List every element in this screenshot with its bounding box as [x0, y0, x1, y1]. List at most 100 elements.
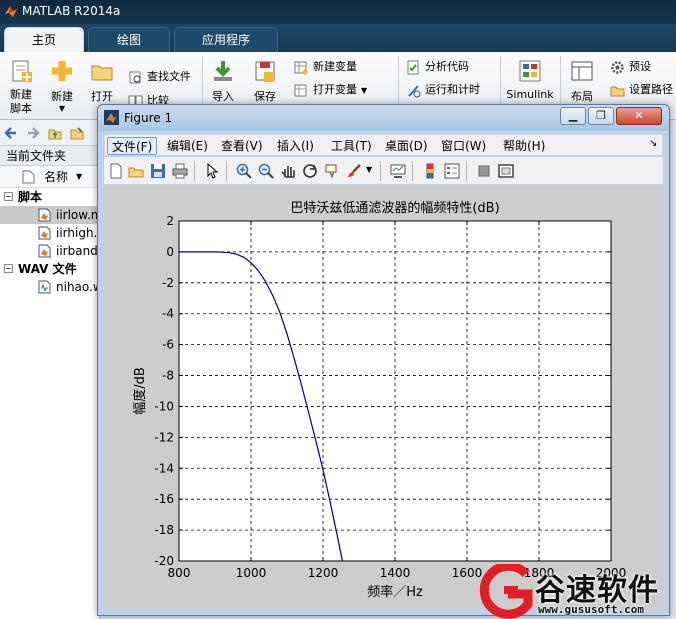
find-files-icon [129, 71, 141, 83]
x-tick-label: 800 [168, 566, 191, 580]
forward-arrow-icon[interactable] [26, 126, 40, 140]
new-button[interactable]: 新建 ▼ [46, 58, 78, 114]
analyze-code-button[interactable]: 分析代码 [406, 58, 469, 76]
current-folder-title: 当前文件夹 [0, 146, 99, 166]
minimize-button[interactable]: ▁ [560, 107, 586, 125]
open-variable-label: 打开变量 [313, 83, 357, 96]
y-tick-label: 2 [166, 214, 174, 228]
file-row[interactable]: iirlow.m [0, 206, 103, 224]
save-workspace-icon [255, 61, 275, 82]
link-plot-icon[interactable] [390, 163, 406, 179]
find-files-button[interactable]: 查找文件 [128, 68, 191, 86]
name-column-header[interactable]: 名称 ▼ [0, 166, 99, 188]
close-button[interactable]: ✕ [616, 107, 662, 125]
menu-help[interactable]: 帮助(H) [499, 137, 549, 155]
open-variable-dropdown-icon[interactable]: ▼ [361, 86, 367, 95]
up-folder-icon[interactable] [48, 126, 62, 140]
group-label: 脚本 [18, 190, 43, 204]
menu-file[interactable]: 文件(F) [107, 137, 158, 155]
save-workspace-button[interactable]: 保存 [250, 58, 280, 104]
hide-plot-tools-icon[interactable] [476, 163, 492, 179]
set-path-button[interactable]: 设置路径 [610, 81, 673, 99]
sort-arrow-icon[interactable]: ▼ [76, 166, 82, 188]
plus-icon [52, 61, 72, 81]
toolbar-divider [226, 161, 227, 181]
run-and-time-button[interactable]: 运行和计时 [406, 81, 480, 99]
current-folder-panel: 当前文件夹 名称 ▼ − 脚本 iirlow.m iirhigh.m iirba… [0, 120, 117, 619]
menu-tools[interactable]: 工具(T) [327, 137, 376, 155]
figure-canvas: 800 1000 1200 1400 1600 1800 2000 2 0 -2 -4 -6 -8 -1… [104, 186, 663, 610]
pan-icon[interactable] [280, 163, 296, 179]
menu-edit[interactable]: 编辑(E) [163, 137, 212, 155]
zoom-out-icon[interactable] [258, 163, 274, 179]
matlab-logo-icon [5, 6, 17, 17]
pointer-icon[interactable] [204, 163, 220, 179]
legend-icon[interactable] [444, 163, 460, 179]
collapse-icon[interactable]: − [4, 264, 13, 273]
data-cursor-icon[interactable] [324, 163, 340, 179]
toolbar-divider [466, 161, 467, 181]
zoom-in-icon[interactable] [236, 163, 252, 179]
x-axis-label: 频率／Hz [367, 584, 423, 600]
y-axis-label: 幅度/dB [132, 367, 148, 415]
colorbar-icon[interactable] [422, 163, 438, 179]
browse-folder-icon[interactable] [70, 126, 84, 140]
y-tick-label: -12 [154, 430, 174, 444]
watermark: 谷速软件 www.gususoft.com [478, 564, 676, 619]
group-label: WAV 文件 [18, 262, 77, 276]
back-arrow-icon[interactable] [4, 126, 18, 140]
collapse-icon[interactable]: − [4, 192, 13, 201]
menu-insert[interactable]: 插入(I) [273, 137, 318, 155]
chart-title: 巴特沃兹低通滤波器的幅频特性(dB) [290, 200, 499, 216]
save-icon[interactable] [150, 163, 166, 179]
open-variable-button[interactable]: 打开变量 ▼ [294, 81, 367, 99]
simulink-button[interactable]: Simulink [505, 58, 555, 101]
new-script-button[interactable]: 新建 脚本 [4, 58, 38, 116]
rotate-3d-icon[interactable] [302, 163, 318, 179]
file-column-icon [22, 170, 35, 184]
file-row[interactable]: iirhigh.m [0, 224, 109, 242]
import-button[interactable]: 导入 [208, 58, 238, 104]
set-path-label: 设置路径 [629, 83, 673, 96]
menu-dock-arrow-icon[interactable]: ↘ [649, 138, 657, 149]
tab-home[interactable]: 主页 [4, 27, 84, 52]
save-label: 保存 [254, 90, 276, 103]
figure-toolbar: ▼ [104, 157, 663, 185]
import-icon [214, 61, 232, 81]
menu-view[interactable]: 查看(V) [217, 137, 267, 155]
new-figure-icon[interactable] [108, 163, 124, 179]
y-tick-label: -4 [162, 307, 174, 321]
maximize-button[interactable]: ❐ [588, 107, 614, 125]
file-row[interactable]: nihao.wav [0, 278, 117, 296]
tab-plots[interactable]: 绘图 [88, 27, 170, 52]
y-tick-labels: 2 0 -2 -4 -6 -8 -10 -12 -14 -16 -18 -20 [154, 214, 174, 568]
run-and-time-label: 运行和计时 [425, 83, 480, 96]
figure-window: Figure 1 ▁ ❐ ✕ 文件(F) 编辑(E) 查看(V) 插入(I) 工… [97, 104, 670, 616]
tree-group-scripts[interactable]: − 脚本 [0, 188, 99, 206]
new-dropdown-arrow-icon[interactable]: ▼ [46, 104, 78, 114]
open-file-icon[interactable] [128, 163, 144, 179]
brush-dropdown-icon[interactable]: ▼ [366, 165, 372, 174]
new-variable-button[interactable]: 新建变量 [294, 58, 357, 76]
menu-window[interactable]: 窗口(W) [437, 137, 490, 155]
y-tick-label: -18 [154, 523, 174, 537]
print-icon[interactable] [172, 163, 188, 179]
figure-title-bar[interactable]: Figure 1 ▁ ❐ ✕ [98, 105, 669, 131]
show-plot-tools-icon[interactable] [498, 163, 514, 179]
menu-desktop[interactable]: 桌面(D) [381, 137, 432, 155]
folder-navigation-bar [0, 120, 99, 146]
file-row[interactable]: iirband.m [0, 242, 113, 260]
plot-svg: 800 1000 1200 1400 1600 1800 2000 20-2-4-6-8-1… [132, 200, 626, 600]
analyze-code-icon [407, 60, 419, 74]
run-and-time-icon [408, 84, 421, 97]
tab-apps[interactable]: 应用程序 [174, 27, 278, 52]
x-tick-label: 1000 [236, 566, 267, 580]
layout-button[interactable]: 布局 [566, 58, 598, 104]
new-variable-label: 新建变量 [313, 60, 357, 73]
m-file-icon [38, 226, 51, 240]
open-label: 打开 [91, 90, 113, 103]
open-button[interactable]: 打开 [86, 58, 118, 104]
preferences-button[interactable]: 预设 [610, 58, 651, 76]
tree-group-wav[interactable]: − WAV 文件 [0, 260, 99, 278]
brush-icon[interactable] [346, 163, 362, 179]
